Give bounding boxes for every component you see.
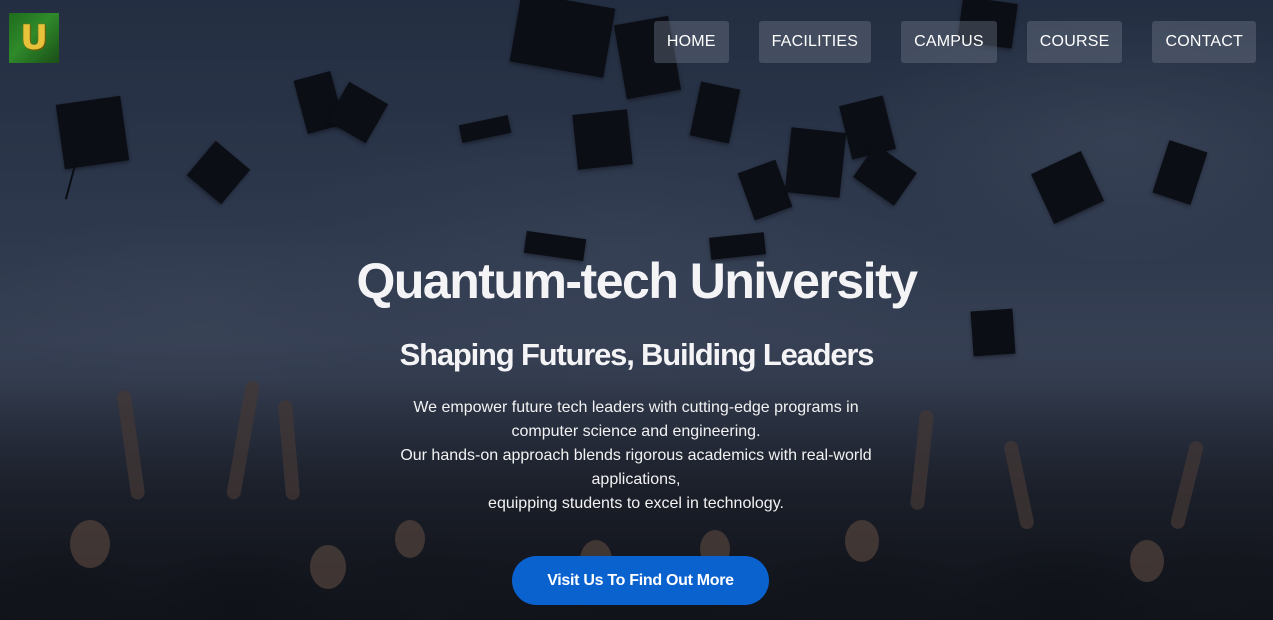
logo-letter: U [20, 18, 48, 58]
hero-subtitle: Shaping Futures, Building Leaders [399, 337, 875, 372]
nav-facilities[interactable]: FACILITIES [758, 21, 872, 63]
nav-course[interactable]: COURSE [1026, 21, 1123, 63]
description-line: applications, [591, 471, 681, 488]
nav-campus[interactable]: CAMPUS [901, 21, 997, 63]
description-line: equipping students to excel in technolog… [488, 495, 784, 512]
dark-overlay [0, 0, 1273, 620]
nav-home[interactable]: HOME [653, 21, 729, 63]
description-line: Our hands-on approach blends rigorous ac… [400, 447, 872, 464]
main-nav: HOME FACILITIES CAMPUS COURSE CONTACT [653, 21, 1256, 63]
hero-description: We empower future tech leaders with cutt… [336, 396, 936, 516]
nav-contact[interactable]: CONTACT [1152, 21, 1256, 63]
description-line: computer science and engineering. [511, 423, 761, 440]
description-line: We empower future tech leaders with cutt… [413, 399, 859, 416]
hero-section: U HOME FACILITIES CAMPUS COURSE CONTACT … [0, 0, 1273, 620]
visit-us-button[interactable]: Visit Us To Find Out More [512, 556, 769, 605]
university-logo[interactable]: U [9, 13, 59, 63]
hero-title: Quantum-tech University [356, 253, 918, 309]
